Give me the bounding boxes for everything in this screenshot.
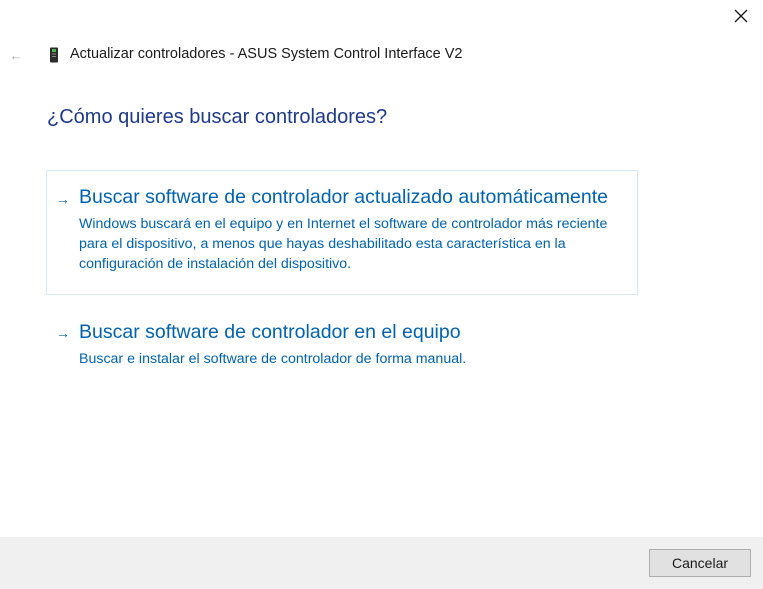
arrow-right-icon: → (56, 325, 70, 341)
cancel-button[interactable]: Cancelar (649, 549, 751, 577)
browse-computer-option[interactable]: → Buscar software de controlador en el e… (46, 312, 638, 376)
option-title: Buscar software de controlador en el equ… (79, 321, 461, 343)
option-title: Buscar software de controlador actualiza… (79, 186, 608, 208)
title-bar: ← Actualizar controladores - ASUS System… (0, 44, 700, 66)
close-icon (734, 9, 748, 23)
window-title: Actualizar controladores - ASUS System C… (70, 46, 463, 62)
option-description: Buscar e instalar el software de control… (79, 351, 467, 367)
close-button[interactable] (719, 0, 763, 32)
back-arrow-icon: ← (9, 47, 23, 63)
option-description: Windows buscará en el equipo y en Intern… (79, 216, 608, 272)
dialog-footer: Cancelar (0, 537, 763, 589)
page-heading: ¿Cómo quieres buscar controladores? (47, 106, 388, 128)
search-automatically-option[interactable]: → Buscar software de controlador actuali… (46, 170, 638, 295)
update-drivers-window: ← Actualizar controladores - ASUS System… (0, 0, 763, 589)
device-icon (50, 47, 58, 63)
back-button[interactable]: ← (7, 44, 25, 66)
arrow-right-icon: → (56, 191, 70, 207)
